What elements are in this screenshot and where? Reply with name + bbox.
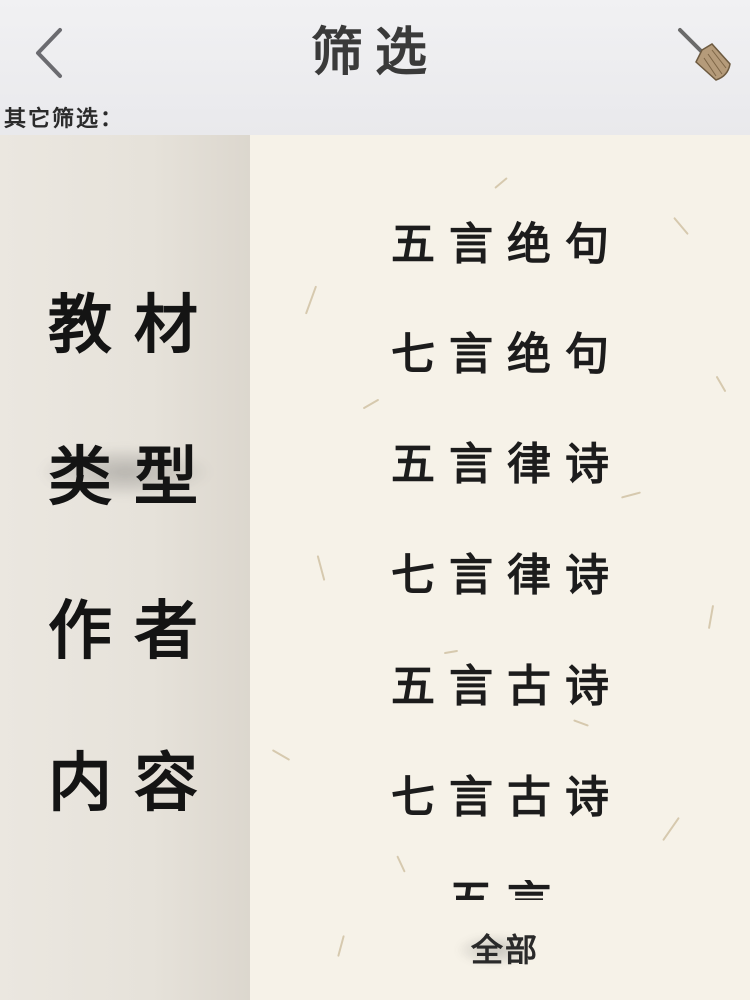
type-item-qiyan-gushi[interactable]: 七言古诗 xyxy=(250,753,750,833)
broom-icon xyxy=(678,28,731,81)
type-item-wuyan[interactable]: 五言 xyxy=(250,880,750,900)
category-item-content[interactable]: 内容 xyxy=(0,733,250,823)
type-item-wuyan-lushi[interactable]: 五言律诗 xyxy=(250,420,750,500)
type-item-qiyan-jueju[interactable]: 七言绝句 xyxy=(250,310,750,390)
header-bar: 筛选 其它筛选： xyxy=(0,0,750,135)
category-item-textbook[interactable]: 教材 xyxy=(0,275,250,365)
page-title: 筛选 xyxy=(310,22,439,83)
clear-filter-button[interactable] xyxy=(672,20,736,84)
category-item-type[interactable]: 类型 xyxy=(0,427,250,517)
all-button[interactable]: 全部 xyxy=(450,918,560,978)
category-sidebar: 教材 类型 作者 内容 xyxy=(0,135,250,1000)
type-item-qiyan-lushi[interactable]: 七言律诗 xyxy=(250,531,750,611)
type-list-panel: 五言绝句 七言绝句 五言律诗 七言律诗 五言古诗 七言古诗 五言 全部 xyxy=(250,135,750,1000)
type-item-wuyan-gushi[interactable]: 五言古诗 xyxy=(250,642,750,722)
type-item-wuyan-jueju[interactable]: 五言绝句 xyxy=(250,200,750,280)
category-item-author[interactable]: 作者 xyxy=(0,581,250,671)
other-filter-label: 其它筛选： xyxy=(4,106,125,132)
